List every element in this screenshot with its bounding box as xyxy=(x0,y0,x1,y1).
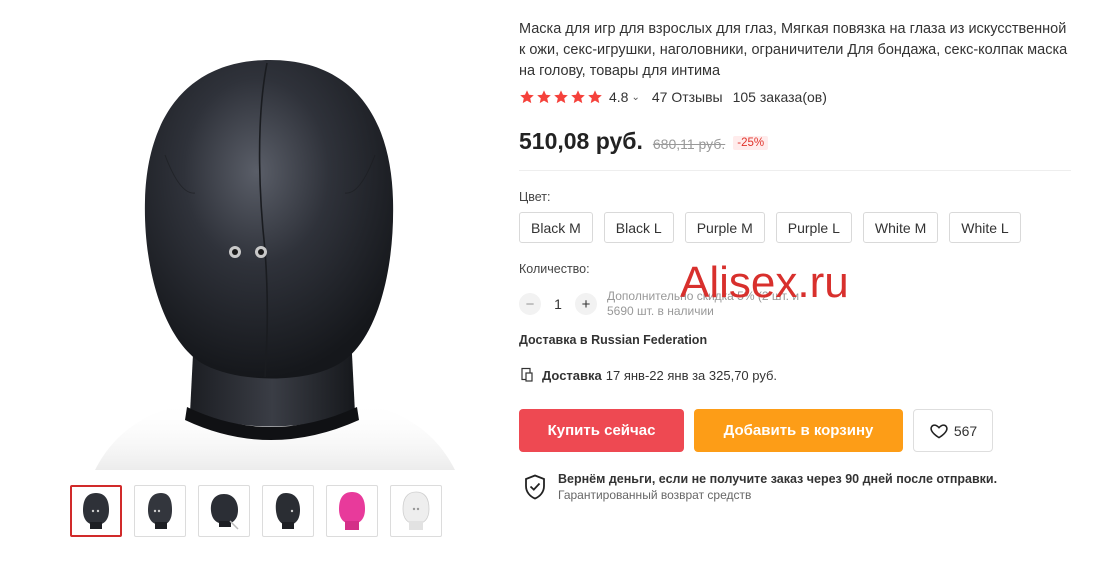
wishlist-button[interactable]: 567 xyxy=(913,409,993,452)
ship-to: Доставка в Russian Federation xyxy=(519,333,708,347)
price-row: 510,08 руб. 680,11 руб. -25% xyxy=(519,128,769,155)
guarantee-title: Вернём деньги, если не получите заказ че… xyxy=(558,472,998,486)
buy-now-button[interactable]: Купить сейчас xyxy=(519,409,684,452)
thumbnail-2[interactable] xyxy=(134,485,186,537)
black-hood-side-thumb-icon xyxy=(210,494,239,530)
option-white-l[interactable]: White L xyxy=(949,212,1021,243)
old-price: 680,11 руб. xyxy=(652,136,726,152)
site-watermark: Alisex.ru xyxy=(680,258,849,307)
star-icon xyxy=(571,90,585,104)
product-gallery xyxy=(0,0,505,565)
heart-icon xyxy=(930,423,948,439)
current-price: 510,08 руб. xyxy=(519,128,643,154)
black-hood-thumb-icon xyxy=(275,493,300,529)
black-hood-thumb-icon xyxy=(83,493,109,529)
reviews-link[interactable]: 47 Отзывы xyxy=(652,89,723,105)
delivery-label: Доставка xyxy=(542,367,602,383)
quantity-decrease-button[interactable]: − xyxy=(519,293,541,315)
option-white-m[interactable]: White M xyxy=(862,212,939,243)
option-black-l[interactable]: Black L xyxy=(603,212,674,243)
option-purple-m[interactable]: Purple M xyxy=(684,212,765,243)
rating-row: 4.8 ⌄ 47 Отзывы 105 заказа(ов) xyxy=(519,89,827,105)
option-black-m[interactable]: Black M xyxy=(519,212,593,243)
delivery-dates: 17 янв-22 янв за 325,70 руб. xyxy=(605,367,778,383)
star-icon xyxy=(588,90,602,104)
star-icon xyxy=(537,90,551,104)
delivery-icon xyxy=(521,367,533,382)
shield-check-icon xyxy=(525,474,545,500)
thumbnail-1[interactable] xyxy=(70,485,122,537)
color-label: Цвет: xyxy=(519,190,551,204)
rating-value[interactable]: 4.8 xyxy=(609,89,628,105)
action-buttons: Купить сейчас Добавить в корзину 567 xyxy=(519,409,993,452)
wishlist-count: 567 xyxy=(953,422,978,439)
option-purple-l[interactable]: Purple L xyxy=(775,212,852,243)
guarantee-text: Вернём деньги, если не получите заказ че… xyxy=(558,471,997,503)
divider xyxy=(519,170,1071,171)
color-options: Black M Black L Purple M Purple L White … xyxy=(519,212,1021,243)
guarantee-subtitle: Гарантированный возврат средств xyxy=(558,488,752,502)
discount-badge: -25% xyxy=(733,136,769,150)
star-icon xyxy=(554,90,568,104)
rating-stars xyxy=(519,89,603,105)
quantity-value[interactable]: 1 xyxy=(541,296,575,312)
thumbnail-4[interactable] xyxy=(262,485,314,537)
chevron-down-icon[interactable]: ⌄ xyxy=(631,92,639,103)
product-main-image[interactable] xyxy=(55,15,485,470)
delivery-row: Доставка 17 янв-22 янв за 325,70 руб. xyxy=(519,367,777,383)
quantity-label: Количество: xyxy=(519,262,590,276)
quantity-increase-button[interactable]: + xyxy=(575,293,597,315)
money-back-guarantee: Вернём деньги, если не получите заказ че… xyxy=(524,471,997,503)
thumbnail-3[interactable] xyxy=(198,485,250,537)
black-hood-thumb-icon xyxy=(148,493,172,529)
thumbnail-5[interactable] xyxy=(326,485,378,537)
star-icon xyxy=(520,90,534,104)
pink-hood-thumb-icon xyxy=(339,492,365,530)
orders-count: 105 заказа(ов) xyxy=(732,89,827,105)
add-to-cart-button[interactable]: Добавить в корзину xyxy=(694,409,903,452)
thumbnail-strip xyxy=(70,485,442,537)
white-hood-thumb-icon xyxy=(402,491,430,530)
product-title: Маска для игр для взрослых для глаз, Мяг… xyxy=(519,21,1068,79)
thumbnail-6[interactable] xyxy=(390,485,442,537)
